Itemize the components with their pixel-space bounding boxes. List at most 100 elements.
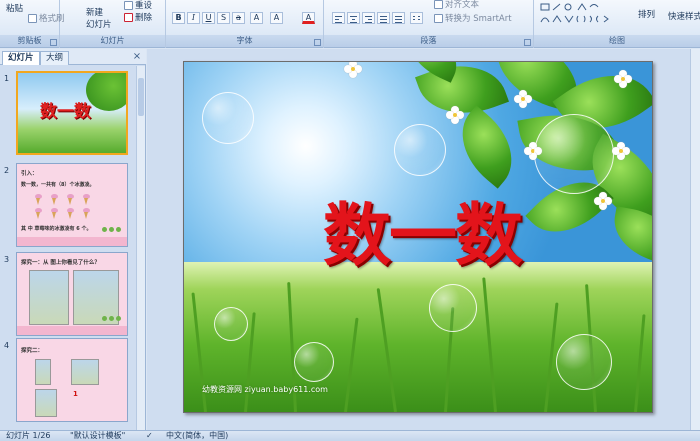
align-text-icon — [434, 0, 443, 9]
pane-tabs: 幻灯片 大纲 × — [0, 49, 146, 65]
slide-number: 2 — [4, 166, 10, 175]
nav-dots-icon — [100, 314, 121, 324]
clipboard-launcher-icon[interactable] — [50, 39, 57, 46]
icecream-icon — [35, 194, 42, 205]
new-slide-label2: 幻灯片 — [86, 20, 112, 30]
paragraph-group-label: 段落 — [324, 35, 533, 47]
bubble — [394, 124, 446, 176]
flower-icon — [614, 70, 632, 88]
font-group-label: 字体 — [166, 35, 323, 47]
font-color-button[interactable]: A — [302, 12, 315, 24]
slide-thumbnail-4[interactable]: 探究二： 1 — [16, 338, 128, 422]
font-launcher-icon[interactable] — [314, 39, 321, 46]
paste-label: 粘贴 — [6, 4, 24, 14]
editor-scrollbar[interactable] — [690, 49, 700, 430]
italic-button[interactable]: I — [187, 12, 200, 24]
icecream-icon — [67, 194, 74, 205]
thumbnail-text: 引入： — [21, 171, 38, 177]
slide-thumbnail-1[interactable]: 数一数 — [16, 71, 128, 155]
drawing-group: 排列 快速样式 绘图 — [534, 0, 700, 48]
thumbnail-picture — [29, 270, 69, 325]
shadow-button[interactable]: S — [217, 12, 230, 24]
font-group: B I U S a A A A 字体 — [166, 0, 324, 48]
delete-slide-button[interactable]: 删除 — [124, 11, 152, 23]
convert-smartart-button[interactable]: 转换为 SmartArt — [434, 12, 512, 24]
align-text-button[interactable]: 对齐文本 — [434, 0, 479, 10]
close-icon[interactable]: × — [132, 52, 142, 62]
icecream-icon — [83, 208, 90, 219]
slides-group: 新建 幻灯片 重设 删除 幻灯片 — [60, 0, 166, 48]
thumbnail-footer — [17, 326, 127, 335]
slide-counter: 幻灯片 1/26 — [6, 431, 51, 440]
reset-button[interactable]: 重设 — [124, 0, 152, 11]
columns-icon[interactable] — [410, 12, 423, 24]
language-indicator[interactable]: 中文(简体，中国) — [166, 431, 228, 441]
slides-group-label: 幻灯片 — [60, 35, 165, 47]
thumbnail-title: 数一数 — [40, 102, 91, 122]
align-right-icon[interactable] — [362, 12, 375, 24]
thumbnail-picture — [35, 359, 51, 385]
slide-thumbnail-3[interactable]: 探究一：从 图上你看见了什么？ — [16, 252, 128, 336]
shapes-gallery[interactable] — [538, 2, 634, 26]
slides-pane: 幻灯片 大纲 × 1 数一数 2 引入： 数一数，一共有（8）个冰激凌。 其 中… — [0, 49, 146, 430]
arrange-button[interactable]: 排列 — [638, 8, 655, 20]
bold-button[interactable]: B — [172, 12, 185, 24]
flower-icon — [612, 142, 630, 160]
icecream-icon — [51, 194, 58, 205]
thumbnail-picture — [35, 389, 57, 417]
tab-outline[interactable]: 大纲 — [40, 51, 70, 65]
bubble — [556, 334, 612, 390]
align-left-icon[interactable] — [332, 12, 345, 24]
theme-name[interactable]: "默认设计模板" — [70, 431, 125, 441]
slide-title[interactable]: 数一数 — [282, 180, 562, 279]
icecream-icon — [67, 208, 74, 219]
thumbnail-footer — [17, 237, 127, 246]
thumbnail-text: 探究一：从 图上你看见了什么？ — [21, 260, 100, 266]
smartart-icon — [434, 13, 443, 23]
slide-thumbnail-2[interactable]: 引入： 数一数，一共有（8）个冰激凌。 其 中 草莓味的冰激凌有 6 个。 — [16, 163, 128, 247]
strikethrough-button[interactable]: a — [232, 12, 245, 24]
drawing-group-label: 绘图 — [534, 35, 700, 47]
scrollbar-thumb[interactable] — [138, 78, 144, 116]
char-spacing-button[interactable]: A — [250, 12, 263, 24]
reset-icon — [124, 0, 133, 10]
thumbnail-scrollbar[interactable] — [136, 66, 145, 430]
icecream-icon — [51, 208, 58, 219]
align-center-icon[interactable] — [347, 12, 360, 24]
flower-icon — [594, 192, 612, 210]
ribbon: 粘贴 格式刷 剪贴板 新建 幻灯片 重设 删除 幻灯片 B I U S a A … — [0, 0, 700, 48]
bubble — [429, 284, 477, 332]
status-bar: 幻灯片 1/26 "默认设计模板" ✓ 中文(简体，中国) — [0, 430, 700, 441]
clipboard-group: 粘贴 格式刷 剪贴板 — [0, 0, 65, 48]
change-case-button[interactable]: A — [270, 12, 283, 24]
thumbnail-text: 其 中 草莓味的冰激凌有 6 个。 — [21, 226, 92, 232]
underline-button[interactable]: U — [202, 12, 215, 24]
bubble — [294, 342, 334, 382]
delete-icon — [124, 12, 133, 22]
quick-styles-button[interactable]: 快速样式 — [668, 10, 700, 22]
paragraph-launcher-icon[interactable] — [524, 39, 531, 46]
icecream-icon — [83, 194, 90, 205]
bubble — [214, 307, 248, 341]
current-slide[interactable]: 数一数 幼教资源网 ziyuan.baby611.com — [183, 61, 653, 413]
thumbnail-picture — [71, 359, 99, 385]
slide-number: 4 — [4, 341, 10, 350]
thumbnail-text: 探究二： — [21, 348, 44, 354]
format-painter-icon — [28, 13, 37, 23]
distributed-icon[interactable] — [392, 12, 405, 24]
slide-thumbnail-list: 1 数一数 2 引入： 数一数，一共有（8）个冰激凌。 其 中 草莓味的冰激凌有… — [0, 66, 137, 430]
new-slide-label: 新建 — [86, 8, 104, 18]
justify-icon[interactable] — [377, 12, 390, 24]
nav-dots-icon — [100, 225, 121, 235]
shapes-gallery-icon — [540, 3, 609, 23]
spellcheck-icon[interactable]: ✓ — [146, 431, 153, 441]
thumbnail-digit: 1 — [73, 390, 78, 398]
flower-icon — [344, 62, 362, 78]
slide-number: 1 — [4, 74, 10, 83]
tab-slides[interactable]: 幻灯片 — [2, 51, 40, 65]
bubble — [202, 92, 254, 144]
paste-button[interactable]: 粘贴 — [6, 2, 23, 14]
flower-icon — [514, 90, 532, 108]
new-slide-button[interactable]: 新建 幻灯片 — [86, 6, 112, 30]
icecream-icon — [35, 208, 42, 219]
